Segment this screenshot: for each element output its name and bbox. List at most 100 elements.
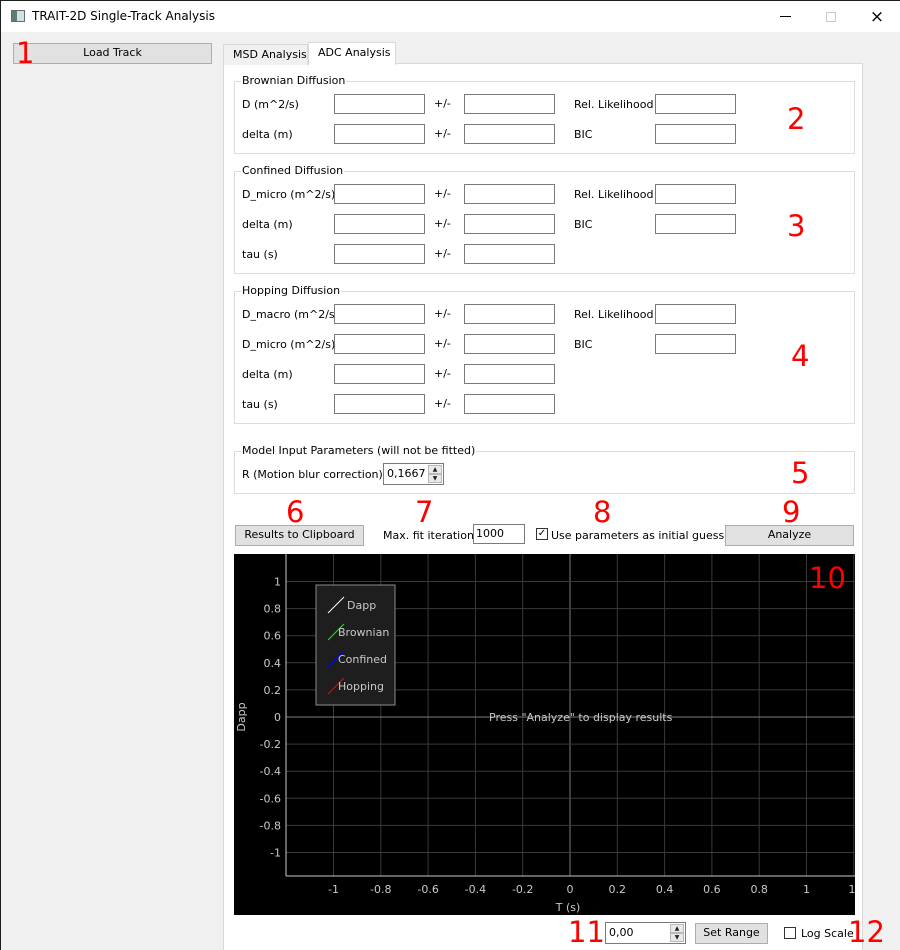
hopping-tau-error-field[interactable] xyxy=(464,394,555,414)
maximize-icon xyxy=(826,11,836,22)
confined-tau-error-field[interactable] xyxy=(464,244,555,264)
results-to-clipboard-button[interactable]: Results to Clipboard xyxy=(235,525,364,546)
range-spinbox[interactable]: 0,00 ▲ ▼ xyxy=(605,922,686,944)
minimize-icon xyxy=(779,16,791,17)
plus-minus-label: +/- xyxy=(434,187,451,200)
y-tick-label: -0.8 xyxy=(260,819,281,832)
plot-canvas: -1 -0.8 -0.6 -0.4 -0.2 0 0.2 0.4 0.6 0.8 1 1. 1 0.8 0.… xyxy=(235,554,855,914)
x-tick-label: 1. xyxy=(849,883,855,896)
plus-minus-label: +/- xyxy=(434,127,451,140)
brownian-delta-field[interactable] xyxy=(334,124,425,144)
spin-arrows: ▲ ▼ xyxy=(670,924,684,942)
plus-minus-label: +/- xyxy=(434,97,451,110)
brownian-bic-field[interactable] xyxy=(655,124,736,144)
plus-minus-label: +/- xyxy=(434,337,451,350)
hopping-d-macro-label: D_macro (m^2/s) xyxy=(242,308,339,321)
annotation-11: 11 xyxy=(568,915,605,949)
close-icon: × xyxy=(869,6,885,27)
group-title: Confined Diffusion xyxy=(241,164,345,177)
hopping-rel-likelihood-field[interactable] xyxy=(655,304,736,324)
close-button[interactable]: × xyxy=(854,1,900,32)
maximize-button[interactable] xyxy=(808,1,854,32)
brownian-d-field[interactable] xyxy=(334,94,425,114)
motion-blur-value: 0,1667 xyxy=(387,467,426,480)
y-tick-label: -0.4 xyxy=(260,765,281,778)
minimize-button[interactable] xyxy=(762,1,808,32)
y-tick-label: -1 xyxy=(270,847,281,860)
hopping-delta-error-field[interactable] xyxy=(464,364,555,384)
y-tick-label: 0.2 xyxy=(264,684,282,697)
title-bar: TRAIT-2D Single-Track Analysis × xyxy=(1,1,900,32)
spin-down-icon[interactable]: ▼ xyxy=(428,474,442,483)
confined-d-micro-field[interactable] xyxy=(334,184,425,204)
annotation-9: 9 xyxy=(782,495,801,529)
x-tick-label: 0.8 xyxy=(750,883,768,896)
use-params-checkbox[interactable]: ✓ xyxy=(536,528,548,540)
brownian-rel-likelihood-field[interactable] xyxy=(655,94,736,114)
hopping-tau-field[interactable] xyxy=(334,394,425,414)
max-iterations-label: Max. fit iterations xyxy=(383,529,480,542)
annotation-4: 4 xyxy=(791,339,810,373)
app-icon xyxy=(11,10,25,22)
set-range-button[interactable]: Set Range xyxy=(695,923,768,944)
log-scale-label: Log Scale xyxy=(801,927,854,940)
annotation-8: 8 xyxy=(593,495,612,529)
y-tick-label: -0.6 xyxy=(260,792,281,805)
plus-minus-label: +/- xyxy=(434,247,451,260)
brownian-delta-error-field[interactable] xyxy=(464,124,555,144)
hopping-delta-field[interactable] xyxy=(334,364,425,384)
motion-blur-label: R (Motion blur correction) xyxy=(242,468,383,481)
x-tick-label: 0.2 xyxy=(609,883,627,896)
hopping-d-micro-error-field[interactable] xyxy=(464,334,555,354)
annotation-2: 2 xyxy=(787,102,806,136)
annotation-6: 6 xyxy=(286,495,305,529)
confined-tau-field[interactable] xyxy=(334,244,425,264)
hopping-rel-likelihood-label: Rel. Likelihood xyxy=(574,308,654,321)
y-tick-label: 1 xyxy=(274,576,281,589)
hopping-bic-field[interactable] xyxy=(655,334,736,354)
confined-delta-error-field[interactable] xyxy=(464,214,555,234)
hopping-d-micro-field[interactable] xyxy=(334,334,425,354)
annotation-3: 3 xyxy=(787,209,806,243)
x-tick-label: -0.6 xyxy=(417,883,438,896)
x-tick-label: -0.8 xyxy=(370,883,391,896)
group-title: Model Input Parameters (will not be fitt… xyxy=(241,444,477,457)
spin-up-icon[interactable]: ▲ xyxy=(670,924,684,933)
x-tick-label: -1 xyxy=(328,883,339,896)
analyze-button[interactable]: Analyze xyxy=(725,525,854,546)
tab-adc-analysis[interactable]: ADC Analysis xyxy=(308,42,396,65)
tab-msd-analysis[interactable]: MSD Analysis xyxy=(223,44,308,65)
adc-plot[interactable]: -1 -0.8 -0.6 -0.4 -0.2 0 0.2 0.4 0.6 0.8 1 1. 1 0.8 0.… xyxy=(234,554,855,915)
spin-down-icon[interactable]: ▼ xyxy=(670,933,684,942)
x-tick-label: -0.2 xyxy=(512,883,533,896)
annotation-5: 5 xyxy=(791,456,810,490)
confined-d-micro-label: D_micro (m^2/s) xyxy=(242,188,336,201)
plus-minus-label: +/- xyxy=(434,397,451,410)
y-axis-label: Dapp xyxy=(235,702,248,731)
plot-message: Press "Analyze" to display results xyxy=(489,711,673,724)
load-track-button[interactable]: Load Track xyxy=(13,43,212,64)
log-scale-checkbox[interactable] xyxy=(784,927,796,939)
legend-label-brownian: Brownian xyxy=(338,626,389,639)
confined-bic-label: BIC xyxy=(574,218,593,231)
motion-blur-spinbox[interactable]: 0,1667 ▲ ▼ xyxy=(383,463,444,485)
x-tick-label: 0.4 xyxy=(656,883,674,896)
max-iterations-field[interactable]: 1000 xyxy=(473,524,525,544)
confined-delta-label: delta (m) xyxy=(242,218,293,231)
brownian-d-error-field[interactable] xyxy=(464,94,555,114)
confined-d-micro-error-field[interactable] xyxy=(464,184,555,204)
plus-minus-label: +/- xyxy=(434,217,451,230)
confined-delta-field[interactable] xyxy=(334,214,425,234)
group-title: Hopping Diffusion xyxy=(241,284,342,297)
hopping-d-macro-error-field[interactable] xyxy=(464,304,555,324)
plus-minus-label: +/- xyxy=(434,367,451,380)
y-tick-label: 0.4 xyxy=(264,657,282,670)
confined-rel-likelihood-field[interactable] xyxy=(655,184,736,204)
spin-up-icon[interactable]: ▲ xyxy=(428,465,442,474)
annotation-1: 1 xyxy=(16,36,35,70)
hopping-bic-label: BIC xyxy=(574,338,593,351)
x-tick-label: 0 xyxy=(567,883,574,896)
brownian-rel-likelihood-label: Rel. Likelihood xyxy=(574,98,654,111)
hopping-d-macro-field[interactable] xyxy=(334,304,425,324)
confined-bic-field[interactable] xyxy=(655,214,736,234)
